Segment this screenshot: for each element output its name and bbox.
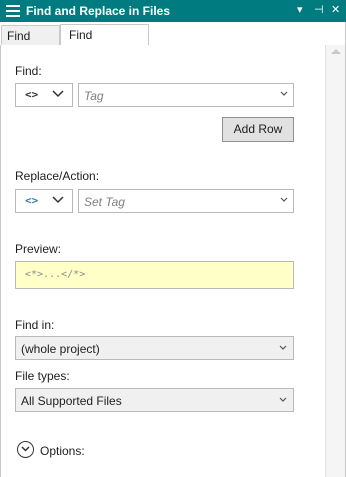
find-in-select[interactable]: (whole project) — [15, 336, 294, 360]
file-types-select[interactable]: All Supported Files — [15, 388, 294, 412]
dropdown-arrow-icon — [279, 345, 287, 350]
hamburger-menu-icon[interactable] — [6, 5, 20, 17]
find-label: Find: — [15, 64, 42, 78]
find-in-value: (whole project) — [21, 342, 100, 356]
file-types-label: File types: — [15, 369, 70, 383]
panel-border-left — [0, 45, 1, 477]
preview-box: <*>...</*> — [15, 261, 294, 289]
tab-strip: Find Text Find Elements — [0, 22, 346, 63]
close-icon[interactable]: ✕ — [331, 3, 340, 16]
vertical-scrollbar[interactable] — [325, 45, 346, 477]
find-in-label: Find in: — [15, 318, 55, 332]
set-tag-input[interactable]: Set Tag — [78, 189, 294, 213]
find-type-dropdown[interactable]: <> — [15, 83, 73, 107]
tab-find-text[interactable]: Find Text — [1, 25, 60, 63]
panel-title: Find and Replace in Files — [26, 4, 171, 18]
dropdown-arrow-icon — [280, 197, 288, 202]
chevron-down-icon — [52, 196, 64, 204]
panel-title-bar: Find and Replace in Files ▾ ⊣ ✕ — [0, 0, 346, 22]
options-label: Options: — [40, 444, 85, 458]
add-row-button[interactable]: Add Row — [222, 117, 294, 142]
replace-action-label: Replace/Action: — [15, 169, 100, 183]
dropdown-arrow-icon — [280, 91, 288, 96]
replace-type-dropdown[interactable]: <> — [15, 189, 73, 213]
tab-find-elements[interactable]: Find Elements — [60, 24, 149, 62]
scroll-up-arrow-icon[interactable] — [331, 49, 341, 54]
tag-replace-icon: <> — [25, 194, 39, 207]
chevron-down-icon — [52, 90, 64, 98]
find-tag-input[interactable]: Tag — [78, 83, 294, 107]
tag-brackets-icon: <> — [25, 88, 39, 101]
find-tag-placeholder: Tag — [84, 89, 104, 103]
preview-label: Preview: — [15, 242, 62, 256]
dropdown-icon[interactable]: ▾ — [297, 3, 303, 16]
file-types-value: All Supported Files — [21, 394, 122, 408]
preview-text: <*>...</*> — [25, 269, 86, 280]
dropdown-arrow-icon — [279, 397, 287, 402]
pin-icon[interactable]: ⊣ — [314, 3, 324, 16]
set-tag-placeholder: Set Tag — [84, 195, 125, 209]
chevron-circle-down-icon[interactable] — [17, 441, 34, 458]
